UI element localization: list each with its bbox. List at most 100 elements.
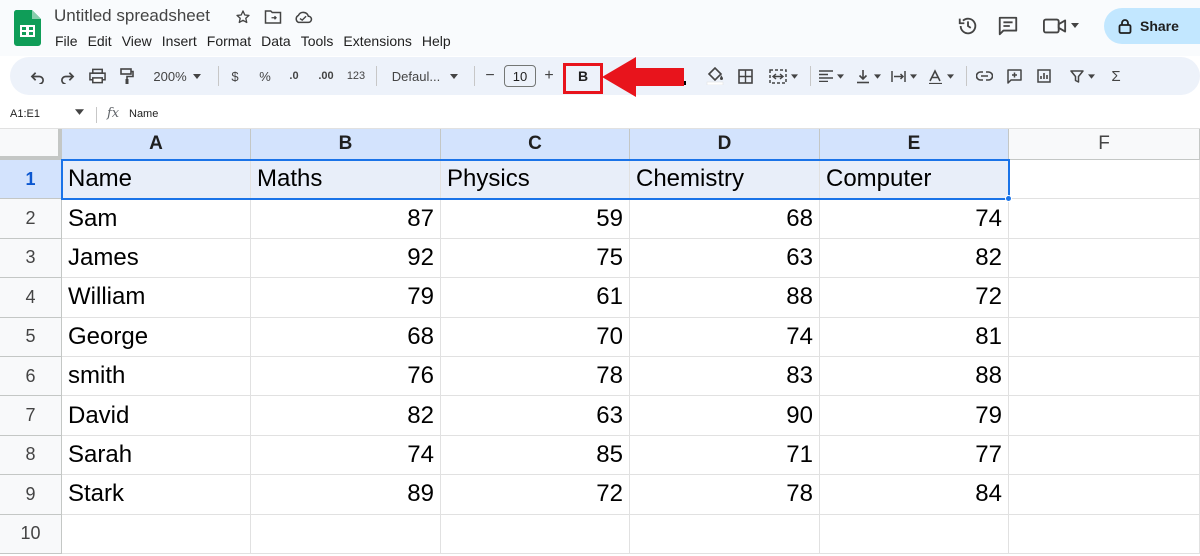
undo-icon[interactable] <box>24 57 50 95</box>
table-cell[interactable]: 79 <box>820 396 1009 436</box>
table-cell[interactable]: 84 <box>820 475 1009 515</box>
table-cell[interactable]: 76 <box>251 357 441 397</box>
table-cell[interactable]: 78 <box>441 357 630 397</box>
chevron-down-icon[interactable] <box>75 109 84 115</box>
table-cell[interactable] <box>1009 238 1200 279</box>
table-cell[interactable] <box>630 514 820 554</box>
table-cell[interactable]: 59 <box>441 199 630 239</box>
row-header-2[interactable]: 2 <box>0 199 62 239</box>
header-cell[interactable]: Physics <box>441 160 630 200</box>
header-cell[interactable]: Name <box>62 160 251 200</box>
select-all-corner[interactable] <box>0 129 62 160</box>
row-header-10[interactable]: 10 <box>0 514 62 554</box>
table-cell[interactable] <box>1009 160 1200 200</box>
table-cell[interactable]: 87 <box>251 199 441 239</box>
name-box[interactable]: A1:E1 <box>10 108 40 120</box>
menu-extensions[interactable]: Extensions <box>338 31 416 51</box>
font-size-input[interactable]: 10 <box>504 65 536 87</box>
table-cell[interactable]: 68 <box>630 199 820 239</box>
table-cell[interactable]: 75 <box>441 238 630 279</box>
row-header-8[interactable]: 8 <box>0 435 62 476</box>
table-cell[interactable]: James <box>62 238 251 279</box>
table-cell[interactable]: 89 <box>251 475 441 515</box>
vertical-align-button[interactable] <box>852 57 884 95</box>
table-cell[interactable]: 81 <box>820 317 1009 357</box>
column-header-b[interactable]: B <box>251 129 441 160</box>
table-cell[interactable]: 74 <box>251 435 441 476</box>
move-folder-icon[interactable] <box>262 6 284 28</box>
menu-tools[interactable]: Tools <box>296 31 339 51</box>
table-cell[interactable]: 85 <box>441 435 630 476</box>
number-format-button[interactable]: 123 <box>344 57 368 95</box>
table-cell[interactable] <box>1009 317 1200 357</box>
table-cell[interactable] <box>441 514 630 554</box>
table-cell[interactable]: George <box>62 317 251 357</box>
table-cell[interactable]: Stark <box>62 475 251 515</box>
table-cell[interactable] <box>1009 514 1200 554</box>
table-cell[interactable]: William <box>62 278 251 318</box>
table-cell[interactable] <box>820 514 1009 554</box>
row-header-7[interactable]: 7 <box>0 396 62 436</box>
table-cell[interactable] <box>1009 278 1200 318</box>
table-cell[interactable]: 63 <box>630 238 820 279</box>
formula-input[interactable]: Name <box>129 108 158 120</box>
zoom-select[interactable]: 200% <box>146 57 208 95</box>
menu-data[interactable]: Data <box>256 31 296 51</box>
table-cell[interactable]: 90 <box>630 396 820 436</box>
menu-view[interactable]: View <box>117 31 157 51</box>
table-cell[interactable]: 72 <box>820 278 1009 318</box>
text-rotation-button[interactable] <box>924 57 958 95</box>
comments-icon[interactable] <box>988 8 1028 44</box>
decrease-font-size-button[interactable]: − <box>482 57 498 95</box>
version-history-icon[interactable] <box>948 8 988 44</box>
filter-button[interactable] <box>1064 57 1100 95</box>
increase-decimal-button[interactable]: .00 <box>312 57 340 95</box>
row-header-5[interactable]: 5 <box>0 317 62 357</box>
redo-icon[interactable] <box>54 57 80 95</box>
row-header-3[interactable]: 3 <box>0 238 62 279</box>
merge-cells-button[interactable] <box>762 57 804 95</box>
fill-color-icon[interactable] <box>702 57 728 95</box>
column-header-f[interactable]: F <box>1009 129 1200 160</box>
table-cell[interactable]: Sarah <box>62 435 251 476</box>
table-cell[interactable]: 70 <box>441 317 630 357</box>
row-header-1[interactable]: 1 <box>0 160 62 200</box>
column-header-d[interactable]: D <box>630 129 820 160</box>
paint-format-icon[interactable] <box>114 57 140 95</box>
table-cell[interactable]: 82 <box>251 396 441 436</box>
table-cell[interactable]: 88 <box>630 278 820 318</box>
horizontal-align-button[interactable] <box>814 57 848 95</box>
table-cell[interactable] <box>1009 357 1200 397</box>
borders-icon[interactable] <box>732 57 758 95</box>
table-cell[interactable] <box>1009 475 1200 515</box>
table-cell[interactable]: 74 <box>820 199 1009 239</box>
percent-format-button[interactable]: % <box>254 57 276 95</box>
row-header-6[interactable]: 6 <box>0 357 62 397</box>
table-cell[interactable]: 72 <box>441 475 630 515</box>
menu-format[interactable]: Format <box>202 31 256 51</box>
column-header-e[interactable]: E <box>820 129 1009 160</box>
document-title[interactable]: Untitled spreadsheet <box>54 6 210 26</box>
table-cell[interactable]: 79 <box>251 278 441 318</box>
currency-format-button[interactable]: $ <box>224 57 246 95</box>
header-cell[interactable]: Maths <box>251 160 441 200</box>
header-cell[interactable]: Computer <box>820 160 1009 200</box>
menu-insert[interactable]: Insert <box>157 31 202 51</box>
increase-font-size-button[interactable]: + <box>540 57 558 95</box>
table-cell[interactable]: 83 <box>630 357 820 397</box>
share-button[interactable]: Share <box>1104 8 1200 44</box>
table-cell[interactable]: 82 <box>820 238 1009 279</box>
table-cell[interactable]: 88 <box>820 357 1009 397</box>
menu-edit[interactable]: Edit <box>83 31 117 51</box>
menu-file[interactable]: File <box>50 31 83 51</box>
cloud-saved-icon[interactable] <box>292 6 314 28</box>
star-icon[interactable] <box>232 6 254 28</box>
table-cell[interactable]: 63 <box>441 396 630 436</box>
table-cell[interactable]: 74 <box>630 317 820 357</box>
table-cell[interactable] <box>1009 396 1200 436</box>
table-cell[interactable] <box>1009 199 1200 239</box>
table-cell[interactable] <box>251 514 441 554</box>
table-cell[interactable] <box>1009 435 1200 476</box>
header-cell[interactable]: Chemistry <box>630 160 820 200</box>
meet-button[interactable] <box>1034 8 1088 44</box>
